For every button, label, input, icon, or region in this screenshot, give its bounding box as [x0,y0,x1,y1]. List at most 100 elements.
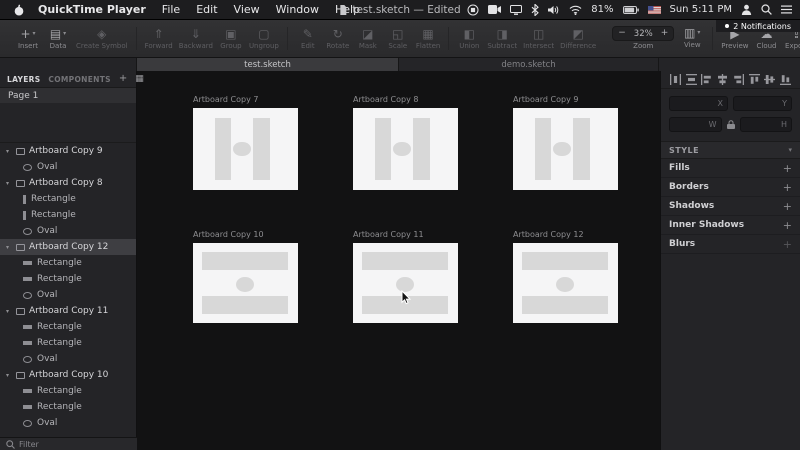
artboard-title[interactable]: Artboard Copy 10 [193,230,264,239]
layer-row-rectangle[interactable]: Rectangle [0,207,136,223]
artboard-title[interactable]: Artboard Copy 8 [353,95,418,104]
search-icon[interactable] [761,4,772,15]
rotate-button[interactable]: ↻ Rotate [323,27,353,50]
distribute-horizontally-icon[interactable] [670,74,681,85]
disclosure-triangle-icon[interactable]: ▾ [6,244,15,251]
align-center-horizontal-icon[interactable] [717,74,728,85]
oval-shape[interactable] [236,276,254,292]
menu-view[interactable]: View [226,3,268,16]
oval-shape[interactable] [553,141,572,157]
layer-row-rectangle[interactable]: Rectangle [0,191,136,207]
add-blur-button[interactable]: + [783,239,792,250]
align-left-icon[interactable] [701,74,712,85]
disclosure-triangle-icon[interactable]: ▾ [6,180,15,187]
zoom-in-button[interactable]: + [656,27,674,40]
camera-icon[interactable] [488,5,502,14]
disclosure-triangle-icon[interactable]: ▾ [6,372,15,379]
user-icon[interactable] [741,4,752,15]
lock-aspect-icon[interactable] [726,120,735,129]
align-top-icon[interactable] [748,74,760,85]
artboard-copy-7[interactable] [193,108,298,190]
group-button[interactable]: ▣ Group [216,27,246,50]
oval-shape[interactable] [233,141,252,157]
bluetooth-icon[interactable] [531,3,540,16]
tab-test-sketch[interactable]: test.sketch [137,58,399,71]
page-item[interactable]: Page 1 [0,88,136,103]
layer-row-rectangle[interactable]: Rectangle [0,399,136,415]
layer-row-oval[interactable]: Oval [0,159,136,175]
canvas[interactable]: Artboard Copy 7 Artboard Copy 8 Artboard… [137,71,660,450]
artboard-title[interactable]: Artboard Copy 11 [353,230,424,239]
add-fill-button[interactable]: + [783,163,792,174]
artboard-copy-8[interactable] [353,108,458,190]
create-symbol-button[interactable]: ◈ Create Symbol [73,27,131,50]
artboard-title[interactable]: Artboard Copy 12 [513,230,584,239]
style-section-header[interactable]: STYLE ▾ [661,142,800,159]
menu-bar-clock[interactable]: Sun 5:11 PM [670,4,733,15]
layer-row-artboard-copy-8[interactable]: ▾ Artboard Copy 8 [0,175,136,191]
align-bottom-icon[interactable] [779,74,791,85]
align-middle-icon[interactable] [764,74,776,85]
artboard-copy-12[interactable] [513,243,618,323]
artboard-copy-9[interactable] [513,108,618,190]
rectangle-shape[interactable] [521,295,609,315]
difference-button[interactable]: ◩ Difference [557,27,599,50]
wifi-icon[interactable] [569,5,582,15]
mask-button[interactable]: ◪ Mask [353,27,383,50]
add-page-button[interactable]: + [119,74,127,84]
insert-button[interactable]: + ▾ Insert [13,27,43,50]
rectangle-shape[interactable] [361,251,449,271]
rectangle-shape[interactable] [535,117,551,181]
view-button[interactable]: ▥ ▾ View [677,26,707,49]
rectangle-shape[interactable] [201,251,289,271]
add-border-button[interactable]: + [783,182,792,193]
volume-icon[interactable] [548,5,560,15]
rectangle-shape[interactable] [215,117,231,181]
apple-menu[interactable] [8,4,30,16]
union-button[interactable]: ◧ Union [454,27,484,50]
width-field[interactable]: W [669,117,722,132]
chevron-down-icon[interactable]: ▾ [788,146,792,154]
screen-record-stop-icon[interactable] [467,4,479,16]
oval-shape[interactable] [393,141,412,157]
layer-row-rectangle[interactable]: Rectangle [0,335,136,351]
disclosure-triangle-icon[interactable]: ▾ [6,308,15,315]
display-mirroring-icon[interactable] [510,4,523,15]
us-flag-icon[interactable] [647,5,661,14]
layer-row-rectangle[interactable]: Rectangle [0,383,136,399]
layer-row-artboard-copy-11[interactable]: ▾ Artboard Copy 11 [0,303,136,319]
menu-window[interactable]: Window [268,3,327,16]
add-inner-shadow-button[interactable]: + [783,220,792,231]
artboard-copy-10[interactable] [193,243,298,323]
layer-row-rectangle[interactable]: Rectangle [0,271,136,287]
rectangle-shape[interactable] [253,117,271,181]
height-field[interactable]: H [739,117,792,132]
rectangle-shape[interactable] [521,251,609,271]
layer-row-artboard-copy-9[interactable]: ▾ Artboard Copy 9 [0,143,136,159]
layer-row-artboard-copy-12[interactable]: ▾ Artboard Copy 12 [0,239,136,255]
rectangle-shape[interactable] [413,117,431,181]
layer-row-rectangle[interactable]: Rectangle [0,255,136,271]
ungroup-button[interactable]: ▢ Ungroup [246,27,282,50]
tab-components[interactable]: COMPONENTS [48,75,110,84]
rectangle-shape[interactable] [375,117,391,181]
subtract-button[interactable]: ◨ Subtract [484,27,520,50]
oval-shape[interactable] [556,276,574,292]
rectangle-shape[interactable] [573,117,591,181]
tab-layers[interactable]: LAYERS [7,75,40,84]
distribute-vertically-icon[interactable] [685,74,697,85]
notification-badge[interactable]: 2 Notifications [716,20,800,32]
align-right-icon[interactable] [733,74,744,85]
menu-file[interactable]: File [154,3,188,16]
artboard-title[interactable]: Artboard Copy 7 [193,95,258,104]
layer-row-rectangle[interactable]: Rectangle [0,319,136,335]
artboard-copy-11[interactable] [353,243,458,323]
zoom-out-button[interactable]: − [613,27,631,40]
edit-button[interactable]: ✎ Edit [293,27,323,50]
add-shadow-button[interactable]: + [783,201,792,212]
intersect-button[interactable]: ◫ Intersect [520,27,557,50]
filter-bar[interactable]: Filter [0,437,137,450]
battery-icon[interactable] [622,5,639,14]
tab-demo-sketch[interactable]: demo.sketch [399,58,659,71]
x-field[interactable]: X [669,96,728,111]
